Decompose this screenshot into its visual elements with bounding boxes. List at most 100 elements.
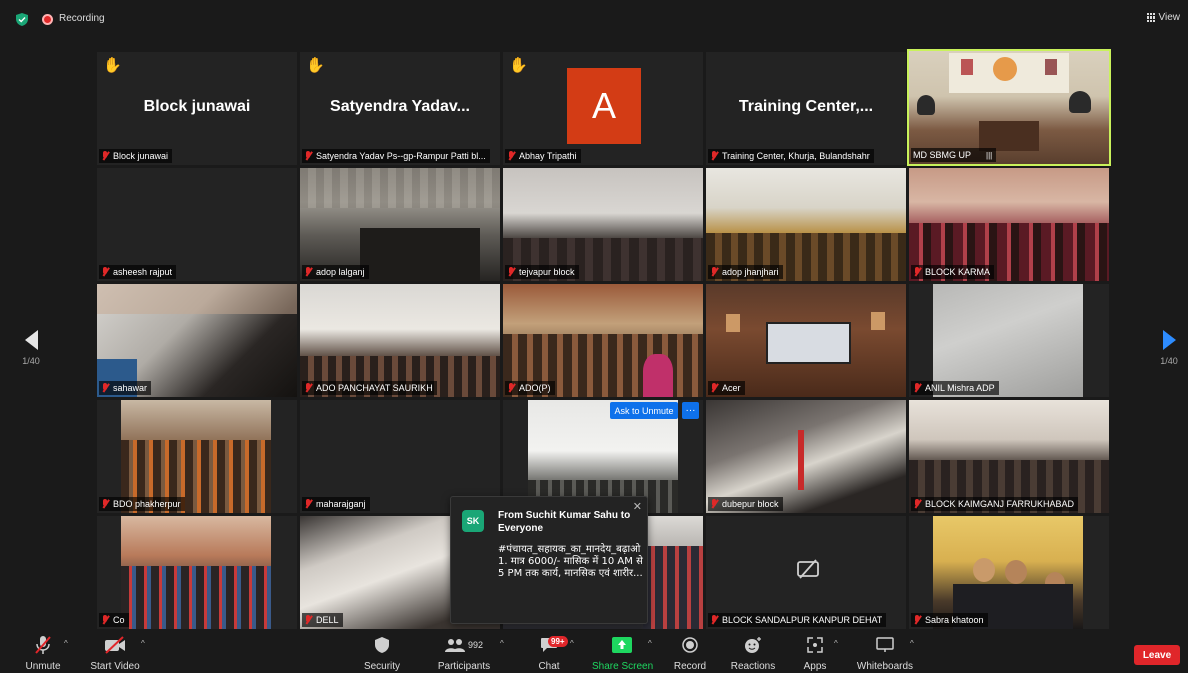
participant-tile[interactable]: BLOCK SANDALPUR KANPUR DEHAT [706,516,906,629]
security-button[interactable]: Security [362,634,402,672]
ask-to-unmute-button[interactable]: Ask to Unmute [610,402,678,419]
person [643,354,673,397]
muted-mic-icon [710,499,719,509]
person-head [973,558,995,582]
avatar: A [567,68,641,144]
participant-tile[interactable]: BDO phakherpur [97,400,297,513]
participant-name: Abhay Tripathi [519,151,577,161]
muted-mic-icon [913,383,922,393]
chat-label: Chat [538,661,560,672]
participant-tile[interactable]: ADO(P) [503,284,703,397]
ceiling [300,168,500,208]
participant-name: Co [113,615,125,625]
arrow-right-icon [1162,330,1176,350]
chevron-up-icon[interactable]: ^ [500,639,504,648]
participant-name-bar: adop lalganj [302,265,369,279]
participant-name-bar: BDO phakherpur [99,497,185,511]
participant-name: BLOCK KAIMGANJ FARRUKHABAD [925,499,1075,509]
participant-name-bar: Training Center, Khurja, Bulandshahr [708,149,874,163]
muted-mic-icon [507,151,516,161]
active-speaker-tile[interactable]: MD SBMG UP ||| [907,49,1111,166]
muted-mic-icon [101,615,110,625]
apps-icon [807,637,823,653]
participant-name-bar: BLOCK SANDALPUR KANPUR DEHAT [708,613,887,627]
participant-tile[interactable]: ✋ A Abhay Tripathi [503,52,703,165]
participants-button[interactable]: 992 Participants [436,634,492,672]
chevron-up-icon[interactable]: ^ [64,639,68,648]
reactions-button[interactable]: Reactions [730,634,776,672]
raised-hand-icon: ✋ [306,57,325,74]
participant-name: ADO(P) [519,383,551,393]
view-button[interactable]: View [1146,12,1181,23]
participant-name-bar: Acer [708,381,745,395]
muted-mic-icon [101,267,110,277]
start-video-button[interactable]: Start Video [90,634,140,672]
muted-mic-icon [101,151,110,161]
more-options-button[interactable]: ··· [682,402,699,419]
participant-name: DELL [316,615,339,625]
participant-tile[interactable]: dubepur block [706,400,906,513]
participant-name-bar: sahawar [99,381,152,395]
participant-tile[interactable]: BLOCK KAIMGANJ FARRUKHABAD [909,400,1109,513]
chat-message: #पंचायत_सहायक_का_मानदेय_बढ़ाओ 1. मात्र 6… [498,544,643,579]
ceiling [97,284,297,314]
participant-name-bar: BLOCK KAIMGANJ FARRUKHABAD [911,497,1079,511]
participant-tile[interactable]: Sabra khatoon [909,516,1109,629]
apps-label: Apps [803,661,827,672]
participant-tile[interactable]: ✋ Block junawai Block junawai [97,52,297,165]
participant-tile[interactable]: asheesh rajput [97,168,297,281]
participant-name: Acer [722,383,741,393]
participant-tile[interactable]: adop jhanjhari [706,168,906,281]
portrait [726,314,740,332]
participant-tile[interactable]: ✋ Satyendra Yadav... Satyendra Yadav Ps-… [300,52,500,165]
chevron-up-icon[interactable]: ^ [910,639,914,648]
whiteboards-button[interactable]: Whiteboards [856,634,914,672]
participant-tile[interactable]: ADO PANCHAYAT SAURIKH [300,284,500,397]
participant-name: ADO PANCHAYAT SAURIKH [316,383,433,393]
view-label: View [1158,12,1181,23]
participant-tile[interactable]: adop lalganj [300,168,500,281]
participant-name: Block junawai [113,151,169,161]
start-video-label: Start Video [90,661,140,672]
leave-button[interactable]: Leave [1134,645,1180,665]
unmute-button[interactable]: Unmute [24,634,62,672]
participant-tile[interactable]: ANIL Mishra ADP [909,284,1109,397]
video-feed [121,516,271,629]
participant-name-bar: Satyendra Yadav Ps--gp-Rampur Patti bl..… [302,149,490,163]
participant-name: Training Center, Khurja, Bulandshahr [722,151,870,161]
participant-name-bar: BLOCK KARMA [911,265,995,279]
previous-page-button[interactable]: 1/40 [18,330,44,366]
curtain [798,430,804,490]
participant-tile[interactable]: Acer [706,284,906,397]
participant-name-bar: MD SBMG UP ||| [911,148,997,162]
emblem [993,57,1017,81]
participant-tile[interactable]: Training Center,... Training Center, Khu… [706,52,906,165]
participant-tile[interactable]: tejvapur block [503,168,703,281]
chevron-up-icon[interactable]: ^ [648,639,652,648]
participant-tile[interactable]: Co [97,516,297,629]
security-label: Security [363,661,401,672]
next-page-button[interactable]: 1/40 [1156,330,1182,366]
chevron-up-icon[interactable]: ^ [570,639,574,648]
participant-name-bar: Sabra khatoon [911,613,988,627]
security-shield-icon [16,13,28,26]
record-button[interactable]: Record [672,634,708,672]
participant-tile[interactable]: BLOCK KARMA [909,168,1109,281]
chevron-up-icon[interactable]: ^ [834,639,838,648]
chat-notification-popup[interactable]: ✕ SK From Suchit Kumar Sahu to Everyone … [450,496,648,624]
muted-mic-icon [710,615,719,625]
participant-tile[interactable]: sahawar [97,284,297,397]
participant-name-bar: tejvapur block [505,265,579,279]
muted-mic-icon [304,615,313,625]
participant-name: maharajganj [316,499,366,509]
recording-label[interactable]: Recording [59,13,105,24]
share-screen-button[interactable]: Share Screen [592,634,653,672]
video-off-icon [105,636,125,654]
unread-chat-badge: 99+ [548,636,568,647]
chevron-up-icon[interactable]: ^ [141,639,145,648]
participants-count: 992 [467,640,484,650]
portrait [961,59,973,75]
participant-name-bar: ADO PANCHAYAT SAURIKH [302,381,437,395]
participant-name-bar: DELL [302,613,343,627]
apps-button[interactable]: Apps [800,634,830,672]
